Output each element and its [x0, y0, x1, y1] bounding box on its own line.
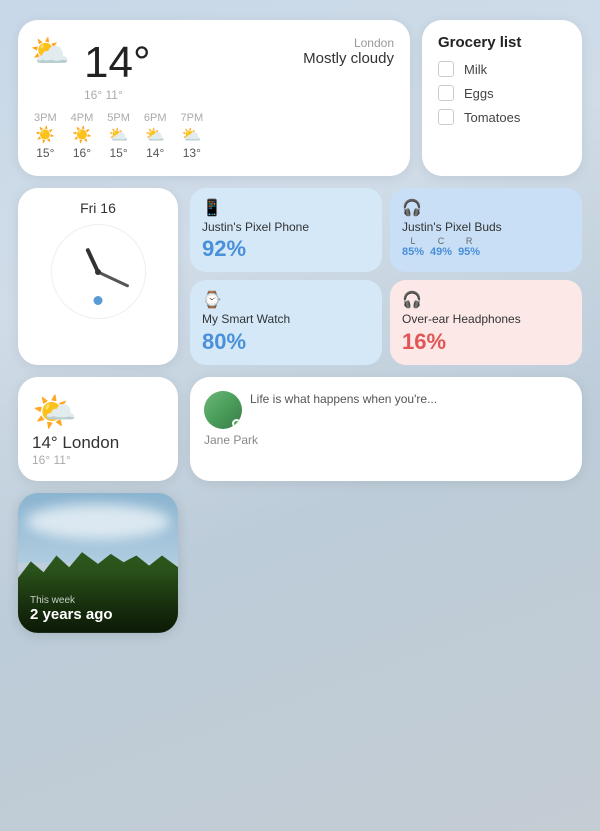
clock-widget: Fri 16 [18, 188, 178, 365]
weather-city: London [303, 36, 394, 50]
grocery-checkbox-0[interactable] [438, 61, 454, 77]
buds-levels: L 85% C 49% R 95% [402, 236, 570, 258]
bud-level-C-label: C [438, 236, 445, 246]
clock-date: Fri 16 [80, 200, 116, 216]
device-headphones[interactable]: 🎧 Over-ear Headphones 16% [390, 280, 582, 364]
clock-face [51, 224, 146, 319]
forecast-icon-0: ☀️ [35, 125, 55, 145]
device-buds[interactable]: 🎧 Justin's Pixel Buds L 85% C 49% R 95% [390, 188, 582, 272]
bud-level-L-label: L [411, 236, 416, 246]
devices-grid: 📱 Justin's Pixel Phone 92% 🎧 Justin's Pi… [190, 188, 582, 365]
grocery-checkbox-1[interactable] [438, 85, 454, 101]
grocery-title: Grocery list [438, 34, 566, 51]
forecast-temp-4: 13° [183, 146, 201, 160]
forecast-time-1: 4PM [71, 112, 94, 124]
photo-text: This week 2 years ago [30, 595, 113, 623]
grocery-item-0[interactable]: Milk [438, 61, 566, 77]
watch-name: My Smart Watch [202, 312, 370, 326]
clock-blue-dot [94, 296, 103, 305]
grocery-widget: Grocery list Milk Eggs Tomatoes [422, 20, 582, 176]
phone-pct: 92% [202, 236, 370, 262]
forecast-icon-2: ⛅ [109, 125, 129, 145]
forecast-icon-1: ☀️ [72, 125, 92, 145]
grocery-label-0: Milk [464, 62, 487, 77]
avatar [204, 391, 242, 429]
watch-icon: ⌚ [202, 290, 370, 310]
phone-icon: 📱 [202, 198, 370, 218]
forecast-temp-1: 16° [73, 146, 91, 160]
photo-clouds [26, 504, 170, 539]
forecast-temp-3: 14° [146, 146, 164, 160]
forecast-time-0: 3PM [34, 112, 57, 124]
photo-widget[interactable]: This week 2 years ago [18, 493, 178, 633]
weather-condition: Mostly cloudy [303, 50, 394, 67]
clock-center-dot [95, 269, 101, 275]
weather-mini-widget: 🌤️ 14° London 16° 11° [18, 377, 178, 481]
headphones-icon: 🎧 [402, 290, 570, 310]
weather-forecast: 3PM ☀️ 15° 4PM ☀️ 16° 5PM ⛅ 15° 6PM ⛅ [34, 112, 394, 160]
weather-temp: 14° [84, 38, 151, 88]
weather-widget: ⛅ 14° 16° 11° London Mostly cloudy 3PM ☀… [18, 20, 410, 176]
forecast-time-4: 7PM [181, 112, 204, 124]
forecast-item-3: 6PM ⛅ 14° [144, 112, 167, 160]
forecast-item-2: 5PM ⛅ 15° [107, 112, 130, 160]
forecast-item-1: 4PM ☀️ 16° [71, 112, 94, 160]
bud-level-R: R 95% [458, 236, 480, 258]
bud-level-R-val: 95% [458, 246, 480, 258]
photo-week-label: This week [30, 595, 113, 606]
clock-minute-hand [97, 270, 129, 287]
photo-ago-label: 2 years ago [30, 606, 113, 623]
buds-icon: 🎧 [402, 198, 570, 218]
forecast-icon-4: ⛅ [182, 125, 202, 145]
bud-level-C: C 49% [430, 236, 452, 258]
headphones-name: Over-ear Headphones [402, 312, 570, 326]
online-indicator [232, 419, 241, 428]
phone-name: Justin's Pixel Phone [202, 220, 370, 234]
device-watch[interactable]: ⌚ My Smart Watch 80% [190, 280, 382, 364]
forecast-time-2: 5PM [107, 112, 130, 124]
bud-level-R-label: R [466, 236, 473, 246]
headphones-pct: 16% [402, 329, 570, 355]
weather-range: 16° 11° [84, 88, 151, 102]
grocery-checkbox-2[interactable] [438, 109, 454, 125]
bud-level-L: L 85% [402, 236, 424, 258]
grocery-item-2[interactable]: Tomatoes [438, 109, 566, 125]
bud-level-C-val: 49% [430, 246, 452, 258]
social-name: Jane Park [204, 433, 568, 447]
forecast-item-0: 3PM ☀️ 15° [34, 112, 57, 160]
bud-level-L-val: 85% [402, 246, 424, 258]
forecast-temp-0: 15° [36, 146, 54, 160]
weather-mini-temp: 14° London [32, 433, 164, 453]
forecast-temp-2: 15° [109, 146, 127, 160]
social-post-text: Life is what happens when you're... [250, 391, 437, 408]
forecast-item-4: 7PM ⛅ 13° [181, 112, 204, 160]
social-widget: Life is what happens when you're... Jane… [190, 377, 582, 481]
watch-pct: 80% [202, 329, 370, 355]
grocery-item-1[interactable]: Eggs [438, 85, 566, 101]
device-phone[interactable]: 📱 Justin's Pixel Phone 92% [190, 188, 382, 272]
weather-mini-range: 16° 11° [32, 453, 164, 467]
weather-sun-icon: ⛅ [30, 32, 70, 70]
grocery-label-2: Tomatoes [464, 110, 520, 125]
forecast-icon-3: ⛅ [145, 125, 165, 145]
buds-name: Justin's Pixel Buds [402, 220, 570, 234]
forecast-time-3: 6PM [144, 112, 167, 124]
weather-mini-sun-icon: 🌤️ [32, 391, 164, 433]
grocery-label-1: Eggs [464, 86, 494, 101]
